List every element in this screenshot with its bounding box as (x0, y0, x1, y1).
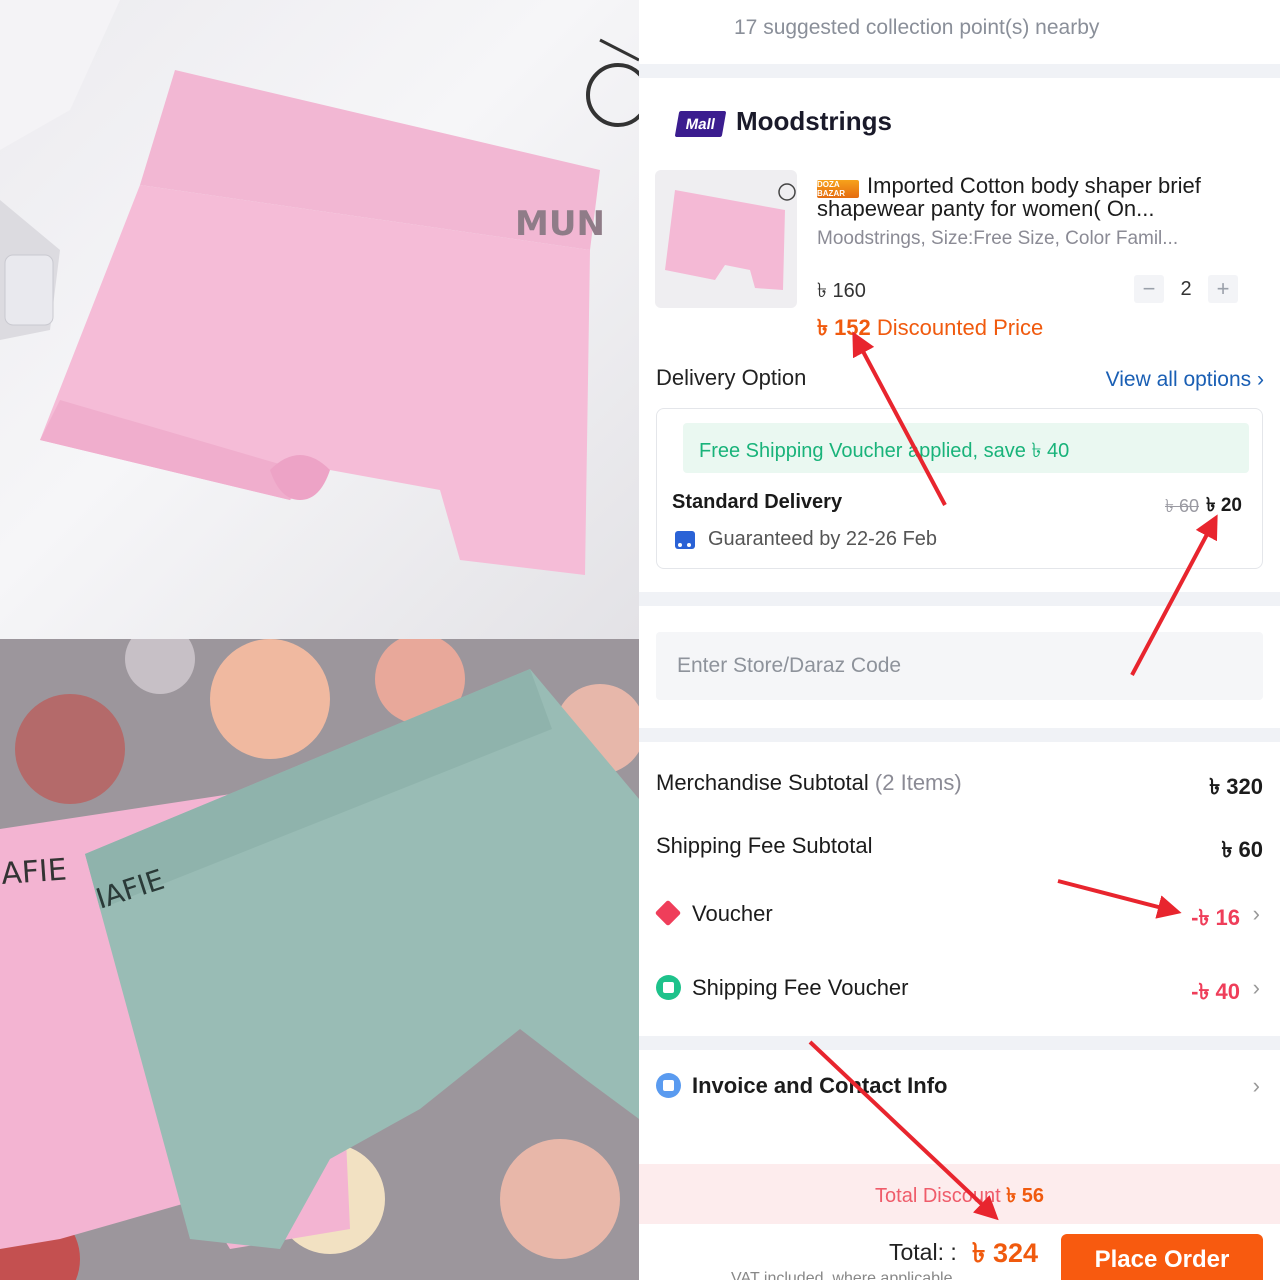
shipping-voucher-chevron-icon[interactable]: › (1253, 975, 1260, 1001)
section-divider (639, 592, 1280, 606)
truck-icon (675, 531, 695, 549)
discounted-shipping-fee: ৳ 20 (1206, 495, 1242, 516)
shipping-voucher-icon (656, 975, 681, 1000)
invoice-icon (656, 1073, 681, 1098)
delivery-option-title: Delivery Option (656, 365, 807, 390)
product-variant[interactable]: Moodstrings, Size:Free Size, Color Famil… (817, 228, 1178, 250)
view-all-options-link[interactable]: View all options › (1106, 368, 1264, 392)
invoice-chevron-icon[interactable]: › (1253, 1073, 1260, 1099)
section-divider (639, 64, 1280, 78)
qty-increase-button[interactable]: + (1208, 275, 1238, 303)
merchandise-item-count: (2 Items) (874, 770, 962, 795)
shipping-fee-voucher-value[interactable]: -৳ 40 (1191, 975, 1240, 1012)
variant-shorts-illustration: AFIE IAFIE (0, 639, 639, 1280)
product-thumbnail-image (665, 183, 796, 290)
brand-print-text: MUN (515, 204, 605, 244)
delivery-guarantee: Guaranteed by 22-26 Feb (708, 528, 938, 550)
qty-decrease-button[interactable]: − (1134, 275, 1164, 303)
shipping-fee-voucher-label[interactable]: Shipping Fee Voucher (692, 975, 909, 1001)
voucher-value[interactable]: -৳ 16 (1191, 901, 1240, 938)
mall-badge: Mall (674, 111, 727, 137)
qty-value: 2 (1180, 277, 1192, 300)
product-photo-pink: MUN (0, 0, 639, 639)
product-price: ৳ 160 (817, 280, 866, 302)
voucher-chevron-icon[interactable]: › (1253, 901, 1260, 927)
voucher-ticket-icon (654, 899, 682, 927)
invoice-contact-info-label[interactable]: Invoice and Contact Info (692, 1073, 947, 1099)
quantity-stepper: − 2 + (1134, 275, 1238, 303)
merchandise-subtotal-value: ৳ 320 (1209, 774, 1263, 799)
collection-points-hint[interactable]: 17 suggested collection point(s) nearby (734, 16, 1099, 40)
shipping-fee-subtotal-value: ৳ 60 (1221, 837, 1263, 862)
checkout-panel: 17 suggested collection point(s) nearby … (639, 0, 1280, 1280)
shipping-fee-subtotal-label: Shipping Fee Subtotal (656, 833, 873, 858)
discounted-price-label: Discounted Price (876, 315, 1044, 340)
brand-print-left: AFIE (0, 852, 68, 891)
total-value: ৳ 324 (972, 1238, 1038, 1268)
place-order-button[interactable]: Place Order (1061, 1234, 1263, 1280)
standard-delivery-label: Standard Delivery (672, 491, 843, 513)
merchandise-subtotal-label: Merchandise Subtotal (2 Items) (656, 770, 962, 795)
voucher-label[interactable]: Voucher (692, 901, 773, 927)
vat-note: VAT included, where applicable (731, 1270, 953, 1280)
discounted-price: ৳ 152 Discounted Price (817, 311, 1043, 348)
total-discount-label: Total Discount (875, 1185, 1001, 1207)
total-discount-bar: Total Discount ৳ 56 (639, 1164, 1280, 1224)
total-discount-value: ৳ 56 (1006, 1185, 1044, 1207)
section-divider (639, 1036, 1280, 1050)
store-code-input[interactable] (656, 632, 1263, 700)
pink-shorts-illustration: MUN (0, 0, 639, 575)
free-shipping-notice: Free Shipping Voucher applied, save ৳ 40 (683, 423, 1249, 473)
original-shipping-fee: ৳ 60 (1165, 496, 1199, 516)
shop-name[interactable]: Moodstrings (736, 106, 892, 137)
product-photo-variants: AFIE IAFIE (0, 639, 639, 1280)
total-label: Total: : (889, 1239, 957, 1265)
product-title[interactable]: Imported Cotton body shaper brief shapew… (817, 174, 1257, 220)
product-thumbnail[interactable] (655, 170, 797, 308)
delivery-card[interactable]: Free Shipping Voucher applied, save ৳ 40… (656, 408, 1263, 569)
discounted-price-value: ৳ 152 (817, 315, 871, 340)
section-divider (639, 728, 1280, 742)
